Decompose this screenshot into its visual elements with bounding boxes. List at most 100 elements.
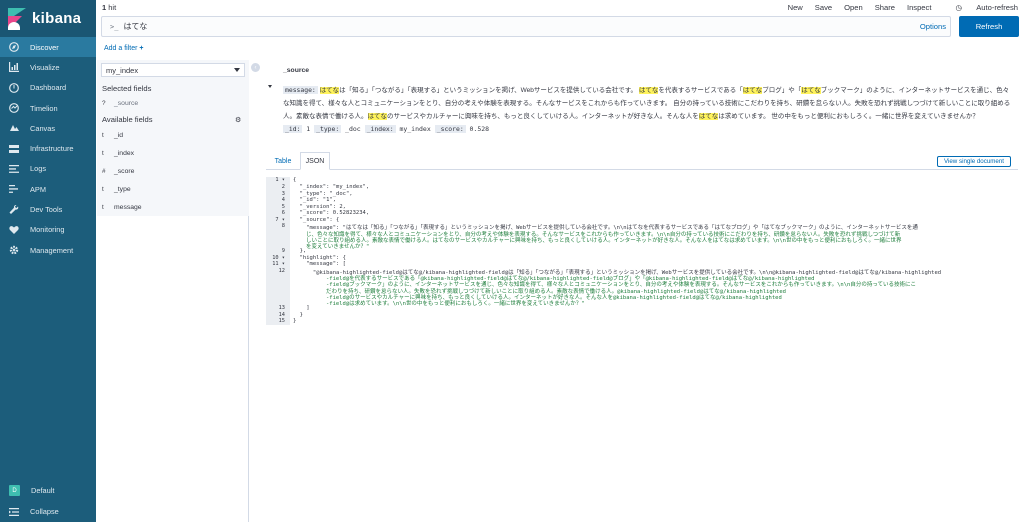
sidebar-bottom: D Default Collapse xyxy=(0,480,96,522)
line-number: 13 xyxy=(278,305,285,311)
code-line: } xyxy=(293,311,303,318)
tab-table[interactable]: Table xyxy=(266,152,300,170)
compass-icon xyxy=(9,42,19,53)
new-button[interactable]: New xyxy=(788,3,803,12)
sidebar-item-management[interactable]: Management xyxy=(0,240,96,260)
space-label: Default xyxy=(31,486,55,495)
field-key: _type: xyxy=(314,125,342,133)
query-prompt-icon: >_ xyxy=(110,22,119,31)
sidebar-item-label: Timelion xyxy=(30,103,58,113)
sidebar-item-label: Dashboard xyxy=(30,83,67,93)
column-header-source: _source xyxy=(283,67,310,74)
code-line-wrap: -field@は求めています。\n\n世の中をもっと便利におもしろく。一緒に世界… xyxy=(326,301,585,308)
space-selector[interactable]: D Default xyxy=(0,480,96,501)
highlighted-term: はてな xyxy=(698,113,719,121)
inspect-button[interactable]: Inspect xyxy=(907,3,931,12)
sidebar-item-dev-tools[interactable]: Dev Tools xyxy=(0,199,96,219)
heart-icon xyxy=(9,225,19,235)
open-button[interactable]: Open xyxy=(844,3,863,12)
timelion-icon xyxy=(9,103,19,113)
brand-name: kibana xyxy=(32,10,82,27)
field-type-icon: # xyxy=(102,168,106,175)
sidebar-item-discover[interactable]: Discover xyxy=(0,37,96,58)
line-number: 6 xyxy=(281,210,285,216)
field-item-score[interactable]: # _score xyxy=(102,168,134,175)
code-line: ] xyxy=(293,305,310,311)
tab-json[interactable]: JSON xyxy=(300,152,330,170)
gear-icon[interactable]: ⚙ xyxy=(235,116,241,124)
sidebar-item-canvas[interactable]: Canvas xyxy=(0,118,96,138)
selected-fields-title: Selected fields xyxy=(102,84,152,93)
sidebar-item-visualize[interactable]: Visualize xyxy=(0,57,96,77)
field-type-icon: t xyxy=(102,150,104,157)
line-number: 7 ▾ xyxy=(275,216,285,223)
highlighted-term: はてな xyxy=(742,87,763,94)
code-line: { xyxy=(293,177,297,183)
top-menu: New Save Open Share Inspect ◷ Auto-refre… xyxy=(776,3,1018,12)
sidebar-item-label: Management xyxy=(30,245,74,255)
chevron-down-icon xyxy=(234,68,240,72)
field-item-type[interactable]: t _type xyxy=(102,186,131,193)
share-button[interactable]: Share xyxy=(875,3,895,12)
auto-refresh-button[interactable]: ◷ Auto-refresh xyxy=(943,3,1018,12)
save-button[interactable]: Save xyxy=(815,3,832,12)
field-item-message[interactable]: t message xyxy=(102,204,142,211)
index-pattern-select[interactable]: my_index xyxy=(101,63,245,77)
collapse-sidebar-button[interactable]: ‹ xyxy=(251,63,260,72)
line-number: 3 xyxy=(281,190,285,197)
sidebar-item-logs[interactable]: Logs xyxy=(0,159,96,179)
code-line: "_index": "my_index", xyxy=(293,184,370,190)
canvas-icon xyxy=(9,123,19,133)
highlighted-term: はてな xyxy=(367,113,387,121)
field-item-source[interactable]: ? _source xyxy=(102,100,138,107)
collapse-label: Collapse xyxy=(30,507,59,516)
line-number: 2 xyxy=(281,184,285,190)
highlighted-term: はてな xyxy=(319,87,340,94)
text-segment: は求めています。 世の中をもっと便利におもしろく。一緒に世界を変えていきませんか… xyxy=(718,113,979,121)
highlighted-term: はてな xyxy=(638,87,659,94)
sidebar-item-label: Canvas xyxy=(30,123,56,133)
code-gutter: 1 ▾ 2 3 4 5 6 7 ▾ 8 9 10 ▾ 11 ▾ 12 13 14 15 xyxy=(266,177,290,325)
search-input[interactable]: >_ はてな Options xyxy=(101,16,951,37)
sidebar-item-apm[interactable]: APM xyxy=(0,179,96,199)
view-single-document-link[interactable]: View single document xyxy=(937,156,1011,167)
kibana-logo[interactable]: kibana xyxy=(0,0,96,37)
hits-count: 1 hit xyxy=(102,3,117,12)
bar-chart-icon xyxy=(9,62,19,73)
collapse-button[interactable]: Collapse xyxy=(0,501,96,522)
field-key: _id: xyxy=(283,125,303,133)
sidebar-item-timelion[interactable]: Timelion xyxy=(0,98,96,118)
field-value: 1 xyxy=(306,125,311,133)
line-number: 9 xyxy=(281,248,285,254)
sidebar-item-label: APM xyxy=(30,184,47,194)
apm-icon xyxy=(9,184,19,194)
field-item-id[interactable]: t _id xyxy=(102,132,123,139)
sidebar-item-infrastructure[interactable]: Infrastructure xyxy=(0,138,96,158)
text-segment: ブログ」や「 xyxy=(762,87,802,94)
code-line-wrap: を変えていきませんか？" xyxy=(306,244,370,251)
line-number: 15 xyxy=(278,318,285,324)
line-number: 1 ▾ xyxy=(275,177,285,183)
json-code-view: 1 ▾ 2 3 4 5 6 7 ▾ 8 9 10 ▾ 11 ▾ 12 13 14 15 { "_index"… xyxy=(266,177,1018,325)
code-line: "_score": 0.52823234, xyxy=(293,210,370,216)
line-number: 8 xyxy=(281,223,285,229)
query-text: はてな xyxy=(123,22,148,31)
sidebar-nav: Discover Visualize Dashboard Timelion Canvas… xyxy=(0,37,96,260)
line-number: 12 xyxy=(278,267,285,274)
available-fields-title: Available fields xyxy=(102,115,153,124)
refresh-button[interactable]: Refresh xyxy=(959,16,1019,37)
sidebar-item-label: Dev Tools xyxy=(30,205,63,215)
field-item-index[interactable]: t _index xyxy=(102,150,134,157)
gear-icon xyxy=(9,245,19,255)
plus-icon: + xyxy=(139,45,144,52)
code-line: "_id": "1", xyxy=(293,197,337,203)
line-number: 10 ▾ xyxy=(272,254,285,261)
add-filter-button[interactable]: Add a filter + xyxy=(104,45,144,52)
doc-tabs: Table JSON xyxy=(266,152,1018,170)
document-source-text: message: はてなは「知る」「つながる」「表現する」というミッションを掲げ… xyxy=(283,84,1013,124)
expand-row-toggle-icon[interactable] xyxy=(268,85,272,88)
sidebar-item-monitoring[interactable]: Monitoring xyxy=(0,220,96,240)
sidebar-item-dashboard[interactable]: Dashboard xyxy=(0,78,96,98)
options-button[interactable]: Options xyxy=(920,22,946,31)
sidebar-item-label: Visualize xyxy=(30,62,60,72)
